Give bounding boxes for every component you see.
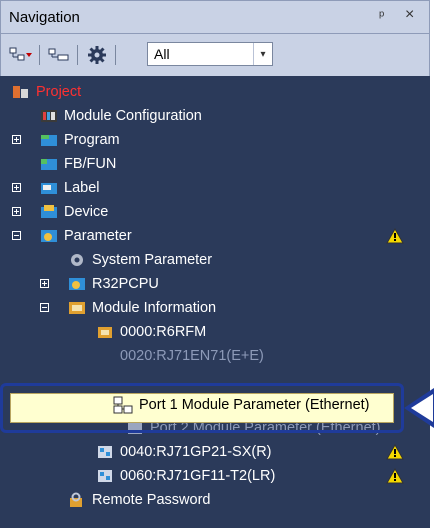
tree-label: System Parameter	[92, 252, 213, 268]
tree-label: Port 1 Module Parameter (Ethernet)	[139, 397, 370, 413]
collapse-toggle[interactable]	[12, 231, 21, 240]
module-information-icon	[69, 302, 85, 314]
callout-arrow-inner	[411, 394, 433, 422]
label-icon	[41, 183, 57, 194]
expand-tree-icon	[9, 47, 32, 61]
tree-label: FB/FUN	[64, 156, 117, 172]
tree-item-remote-password[interactable]: Remote Password	[68, 488, 210, 512]
close-icon[interactable]: ×	[405, 6, 414, 24]
tree-label: 0060:RJ71GF11-T2(LR)	[120, 468, 276, 484]
tree-item-parameter[interactable]: Parameter	[40, 224, 132, 248]
tree-item-r6rfm[interactable]: 0000:R6RFM	[96, 320, 206, 344]
expand-tree-button[interactable]	[9, 44, 33, 66]
title-bar: Navigation ᵖ ×	[0, 0, 430, 34]
warning-icon	[386, 468, 404, 484]
tree-label: Label	[64, 180, 100, 196]
tree-label: Parameter	[64, 228, 132, 244]
parameter-icon	[41, 230, 57, 242]
fbfun-icon	[41, 159, 57, 170]
tree-label: 0040:RJ71GP21-SX(R)	[120, 444, 272, 460]
collapse-toggle[interactable]	[40, 303, 49, 312]
warning-icon	[386, 444, 404, 460]
tree-item-device[interactable]: Device	[40, 200, 108, 224]
project-icon	[13, 86, 28, 98]
network-module-icon	[98, 470, 112, 482]
tree-item-program[interactable]: Program	[40, 128, 120, 152]
remote-password-icon	[70, 492, 82, 507]
device-icon	[41, 205, 57, 218]
network-module-icon	[98, 446, 112, 458]
system-parameter-icon	[71, 254, 83, 266]
program-icon	[41, 135, 57, 146]
expand-toggle[interactable]	[12, 135, 21, 144]
filter-value: All	[154, 46, 170, 62]
expand-toggle[interactable]	[40, 279, 49, 288]
tree-label: Program	[64, 132, 120, 148]
chevron-down-icon[interactable]: ▾	[253, 43, 272, 65]
tree-item-system-parameter[interactable]: System Parameter	[68, 248, 212, 272]
navigation-panel: Navigation ᵖ × All ▾ Project Module Conf…	[0, 0, 430, 528]
tree-item-label[interactable]: Label	[40, 176, 99, 200]
toolbar-separator	[77, 45, 78, 65]
tree-item-fbfun[interactable]: FB/FUN	[40, 152, 116, 176]
tree-item-project[interactable]: Project	[12, 80, 81, 104]
expand-toggle[interactable]	[12, 207, 21, 216]
tree-label: Project	[36, 84, 82, 100]
tree-item-module-information[interactable]: Module Information	[68, 296, 216, 320]
highlight-frame: Port 1 Module Parameter (Ethernet)	[0, 383, 404, 433]
tree-item-rj71gf11[interactable]: 0060:RJ71GF11-T2(LR)	[96, 464, 275, 488]
tree-item-rj71gp21[interactable]: 0040:RJ71GP21-SX(R)	[96, 440, 272, 464]
tree-label: Device	[64, 204, 109, 220]
toolbar: All ▾	[0, 34, 430, 76]
cpu-parameter-icon	[69, 278, 85, 290]
tree-label: Module Configuration	[64, 108, 202, 124]
settings-button[interactable]	[85, 44, 109, 66]
tree-item-rj71en71[interactable]: 0020:RJ71EN71(E+E)	[96, 344, 264, 368]
expand-toggle[interactable]	[12, 183, 21, 192]
panel-title: Navigation	[9, 9, 80, 26]
tree-label: R32PCPU	[92, 276, 159, 292]
project-tree: Project Module Configuration Program FB/…	[0, 76, 430, 528]
module-icon	[98, 327, 112, 338]
tree-item-r32pcpu[interactable]: R32PCPU	[68, 272, 159, 296]
tree-item-port1[interactable]: Port 1 Module Parameter (Ethernet)	[113, 396, 370, 414]
port-parameter-icon	[113, 396, 133, 414]
toolbar-separator	[115, 45, 116, 65]
collapse-tree-icon	[48, 48, 69, 61]
gear-icon	[88, 46, 106, 64]
tree-item-module-configuration[interactable]: Module Configuration	[40, 104, 202, 128]
warning-icon	[386, 228, 404, 244]
tree-label: Remote Password	[92, 492, 211, 508]
collapse-tree-button[interactable]	[47, 44, 71, 66]
pin-icon[interactable]: ᵖ	[379, 7, 384, 23]
toolbar-separator	[39, 45, 40, 65]
tree-label: Module Information	[92, 300, 217, 316]
module-configuration-icon	[41, 110, 57, 122]
tree-label: 0000:R6RFM	[120, 324, 207, 340]
filter-dropdown[interactable]: All ▾	[147, 42, 273, 66]
tree-label: 0020:RJ71EN71(E+E)	[120, 348, 264, 364]
